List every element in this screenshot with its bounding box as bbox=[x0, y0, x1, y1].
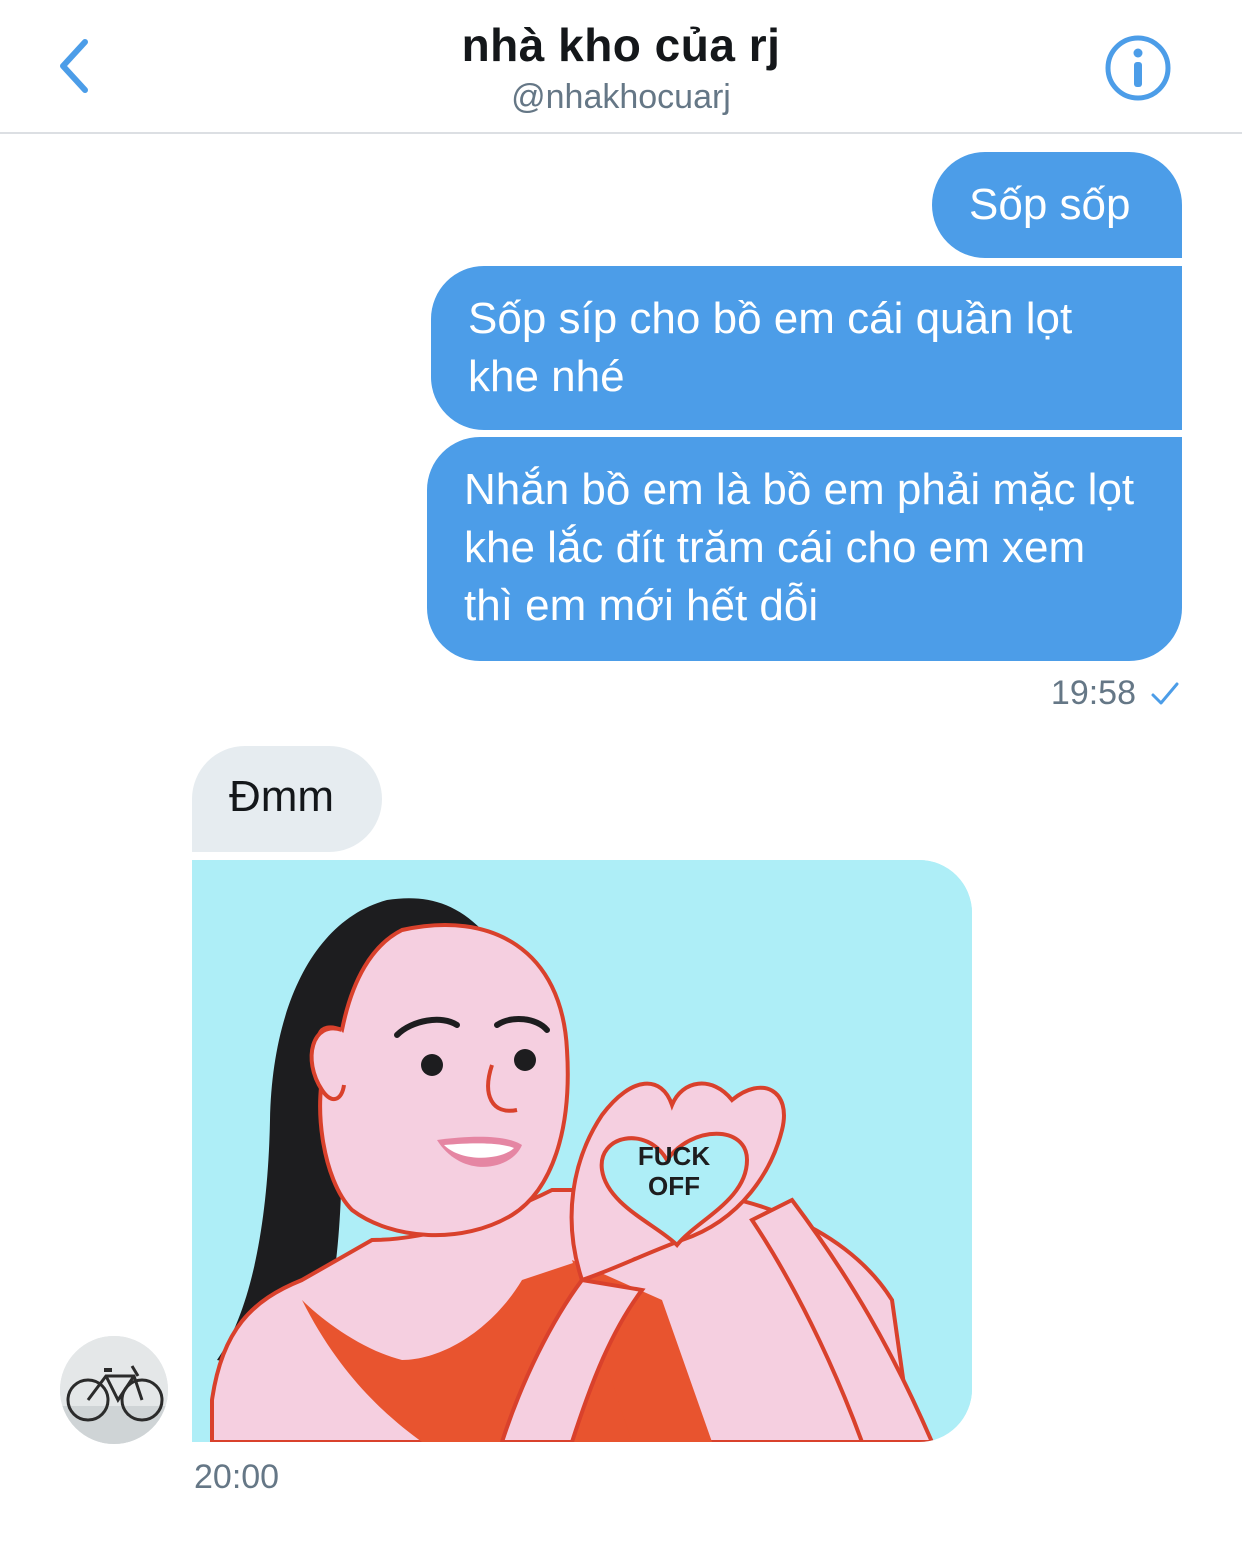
sent-message[interactable]: Nhắn bồ em là bồ em phải mặc lọt khe lắc… bbox=[427, 437, 1182, 661]
received-timestamp: 20:00 bbox=[194, 1458, 280, 1496]
conversation-handle: @nhakhocuarj bbox=[511, 78, 731, 116]
sent-message[interactable]: Sốp síp cho bồ em cái quần lọt khe nhé bbox=[431, 266, 1182, 430]
received-image-message[interactable]: FUCK OFF bbox=[192, 860, 972, 1442]
sent-timestamp: 19:58 bbox=[1050, 674, 1136, 712]
sent-timestamp-row: 19:58 bbox=[1051, 674, 1180, 713]
bicycle-icon bbox=[60, 1336, 168, 1444]
info-icon bbox=[1105, 35, 1171, 101]
sent-message[interactable]: Sốp sốp bbox=[932, 152, 1182, 258]
heart-hands-illustration: FUCK OFF bbox=[192, 860, 972, 1442]
info-button[interactable] bbox=[1104, 34, 1172, 102]
conversation-title[interactable]: nhà kho của rj bbox=[0, 18, 1242, 72]
conversation-header: nhà kho của rj @nhakhocuarj bbox=[0, 0, 1242, 134]
avatar[interactable] bbox=[60, 1336, 168, 1444]
heart-caption: FUCK OFF bbox=[638, 1141, 710, 1201]
checkmark-icon bbox=[1151, 682, 1179, 704]
received-message[interactable]: Đmm bbox=[192, 746, 382, 852]
